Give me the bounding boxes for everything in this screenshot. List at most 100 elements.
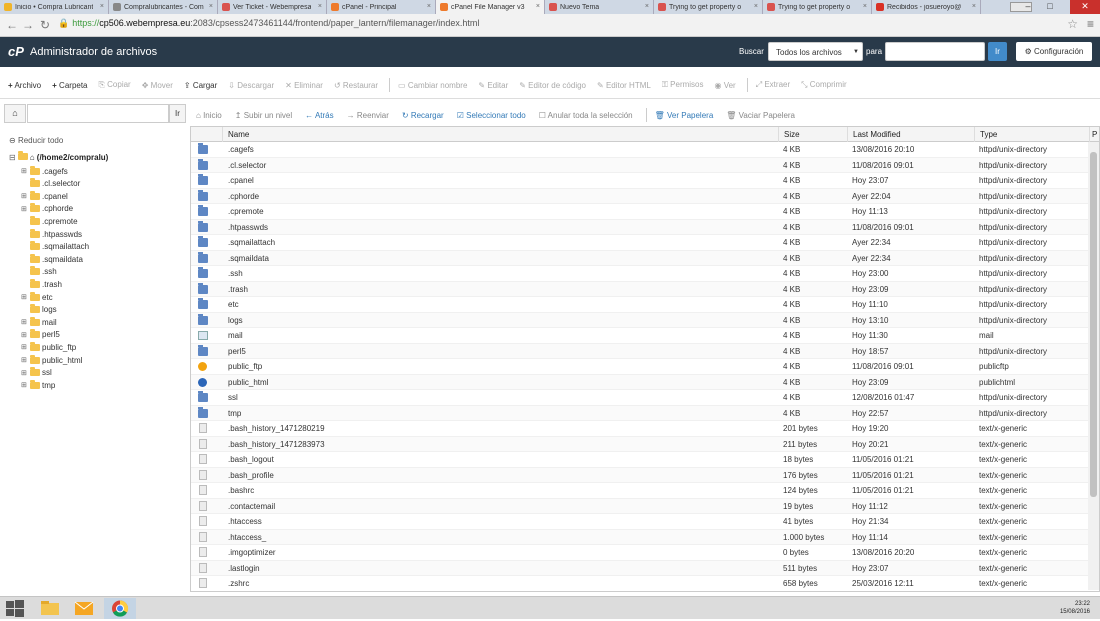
unselect-all-button[interactable]: ☐ Anular toda la selección <box>539 111 633 120</box>
table-row[interactable]: .contactemail 19 bytes Hoy 11:12 text/x-gen… <box>191 498 1089 514</box>
type-column-header[interactable]: Type <box>974 127 1089 142</box>
tab-close-icon[interactable]: × <box>536 3 540 10</box>
extract-button[interactable]: ⤢ Extraer <box>756 80 790 90</box>
forward-arrow-icon[interactable]: → <box>22 18 34 32</box>
system-clock[interactable]: 23:22 15/08/2016 <box>1060 600 1090 616</box>
table-row[interactable]: .cphorde 4 KB Ayer 22:04 httpd/unix-directo… <box>191 188 1089 204</box>
browser-tab[interactable]: Ver Ticket - Webempresa × <box>218 0 327 14</box>
table-row[interactable]: .trash 4 KB Hoy 23:09 httpd/unix-directory <box>191 281 1089 297</box>
mail-app-icon[interactable] <box>70 598 102 619</box>
tree-item[interactable]: .sqmaildata <box>21 253 83 265</box>
tab-close-icon[interactable]: × <box>645 3 649 10</box>
table-row[interactable]: .htaccess_ 1.000 bytes Hoy 11:14 text/x-gen… <box>191 529 1089 545</box>
restore-button[interactable]: ↺ Restaurar <box>334 81 378 90</box>
path-go-button[interactable]: Ir <box>169 104 186 123</box>
close-window-icon[interactable]: ✕ <box>1070 0 1100 14</box>
html-editor-button[interactable]: ✎ Editor HTML <box>597 81 651 90</box>
name-column-header[interactable]: Name <box>222 127 778 142</box>
browser-tab[interactable]: Recibidos - josueroyo@ × <box>872 0 981 14</box>
file-name[interactable]: .bash_history_1471280219 <box>223 421 778 436</box>
code-editor-button[interactable]: ✎ Editor de código <box>519 81 586 90</box>
file-name[interactable]: .bashrc <box>223 483 778 498</box>
move-button[interactable]: ✥ Mover <box>142 81 173 90</box>
rename-button[interactable]: ▭ Cambiar nombre <box>398 81 467 90</box>
tab-close-icon[interactable]: × <box>427 3 431 10</box>
expand-icon[interactable]: ⊞ <box>21 293 28 301</box>
file-name[interactable]: .cagefs <box>223 142 778 157</box>
table-row[interactable]: .bash_history_1471283973 211 bytes Hoy 20:… <box>191 436 1089 452</box>
select-all-button[interactable]: ☑ Seleccionar todo <box>457 111 526 120</box>
tree-item[interactable]: .htpasswds <box>21 228 82 240</box>
tree-item[interactable]: ⊞ ssl <box>21 367 52 379</box>
file-name[interactable]: .trash <box>223 282 778 297</box>
file-name[interactable]: .imgoptimizer <box>223 545 778 560</box>
expand-icon[interactable]: ⊞ <box>21 381 28 389</box>
table-row[interactable]: perl5 4 KB Hoy 18:57 httpd/unix-directory <box>191 343 1089 359</box>
path-input[interactable] <box>27 104 169 123</box>
new-file-button[interactable]: + Archivo <box>8 81 41 90</box>
file-name[interactable]: .cpremote <box>223 204 778 219</box>
table-row[interactable]: .sqmailattach 4 KB Ayer 22:34 httpd/unix-di… <box>191 235 1089 251</box>
forward-button[interactable]: → Reenviar <box>347 111 389 120</box>
file-name[interactable]: .bash_history_1471283973 <box>223 437 778 452</box>
table-row[interactable]: .zshrc 658 bytes 25/03/2016 12:11 text/x-ge… <box>191 576 1089 591</box>
tree-item[interactable]: ⊞ mail <box>21 316 57 328</box>
file-name[interactable]: mail <box>223 328 778 343</box>
new-folder-button[interactable]: + Carpeta <box>52 81 87 90</box>
compress-button[interactable]: ⤡ Comprimir <box>801 80 847 90</box>
modified-column-header[interactable]: Last Modified <box>847 127 974 142</box>
back-button[interactable]: ← Atrás <box>305 111 333 120</box>
file-name[interactable]: logs <box>223 313 778 328</box>
browser-tab[interactable]: Trying to get property o × <box>763 0 872 14</box>
tree-item[interactable]: ⊞ .cagefs <box>21 165 68 177</box>
tab-close-icon[interactable]: × <box>318 3 322 10</box>
permissions-column-header[interactable]: P <box>1089 127 1099 142</box>
tree-root[interactable]: ⊟ ⌂ (/home2/compralu) <box>9 151 108 162</box>
search-input[interactable] <box>885 42 985 61</box>
reload-button[interactable]: ↻ Recargar <box>402 111 444 120</box>
file-name[interactable]: .cpanel <box>223 173 778 188</box>
tree-item[interactable]: ⊞ .cpanel <box>21 190 68 202</box>
file-name[interactable]: .lastlogin <box>223 561 778 576</box>
url-field[interactable]: 🔒 https://cp506.webempresa.eu:2083/cpsess… <box>58 18 479 29</box>
file-name[interactable]: .sqmaildata <box>223 251 778 266</box>
tree-item[interactable]: .cpremote <box>21 215 78 227</box>
tree-item[interactable]: ⊞ .cphorde <box>21 203 73 215</box>
file-name[interactable]: .sqmailattach <box>223 235 778 250</box>
table-row[interactable]: public_html 4 KB Hoy 23:09 publichtml <box>191 374 1089 390</box>
table-row[interactable]: .imgoptimizer 0 bytes 13/08/2016 20:20 text… <box>191 545 1089 561</box>
delete-button[interactable]: ✕ Eliminar <box>285 81 323 90</box>
bookmark-star-icon[interactable]: ☆ <box>1067 17 1078 31</box>
browser-menu-icon[interactable]: ≡ <box>1087 17 1094 31</box>
expand-icon[interactable]: ⊞ <box>21 205 28 213</box>
copy-button[interactable]: ⎘ Copiar <box>99 80 131 90</box>
browser-tab[interactable]: Inicio • Compra Lubricant × <box>0 0 109 14</box>
file-name[interactable]: tmp <box>223 406 778 421</box>
download-button[interactable]: ⇩ Descargar <box>228 81 274 90</box>
settings-button[interactable]: ⚙ Configuración <box>1016 42 1092 61</box>
maximize-icon[interactable]: □ <box>1040 0 1060 14</box>
table-row[interactable]: etc 4 KB Hoy 11:10 httpd/unix-directory <box>191 297 1089 313</box>
tab-close-icon[interactable]: × <box>972 3 976 10</box>
expand-icon[interactable]: ⊞ <box>21 369 28 377</box>
tree-item[interactable]: .ssh <box>21 266 57 278</box>
file-name[interactable]: .cphorde <box>223 189 778 204</box>
browser-tab[interactable]: cPanel - Principal × <box>327 0 436 14</box>
tree-item[interactable]: ⊞ perl5 <box>21 329 60 341</box>
table-row[interactable]: ssl 4 KB 12/08/2016 01:47 httpd/unix-direct… <box>191 390 1089 406</box>
reload-icon[interactable]: ↻ <box>40 18 50 32</box>
expand-icon[interactable]: ⊞ <box>21 167 28 175</box>
view-button[interactable]: ◉ Ver <box>715 81 736 90</box>
table-row[interactable]: .ssh 4 KB Hoy 23:00 httpd/unix-directory <box>191 266 1089 282</box>
tab-close-icon[interactable]: × <box>209 3 213 10</box>
browser-tab[interactable]: cPanel File Manager v3 × <box>436 0 545 14</box>
tree-item[interactable]: logs <box>21 304 57 316</box>
tree-item[interactable]: ⊞ public_html <box>21 354 82 366</box>
table-row[interactable]: logs 4 KB Hoy 13:10 httpd/unix-directory <box>191 312 1089 328</box>
table-row[interactable]: public_ftp 4 KB 11/08/2016 09:01 publicftp <box>191 359 1089 375</box>
tab-close-icon[interactable]: × <box>754 3 758 10</box>
file-name[interactable]: .htaccess <box>223 514 778 529</box>
table-row[interactable]: .cagefs 4 KB 13/08/2016 20:10 httpd/unix-di… <box>191 142 1089 158</box>
table-row[interactable]: .lastlogin 511 bytes Hoy 23:07 text/x-gener… <box>191 560 1089 576</box>
table-row[interactable]: .bash_logout 18 bytes 11/05/2016 01:21 text… <box>191 452 1089 468</box>
